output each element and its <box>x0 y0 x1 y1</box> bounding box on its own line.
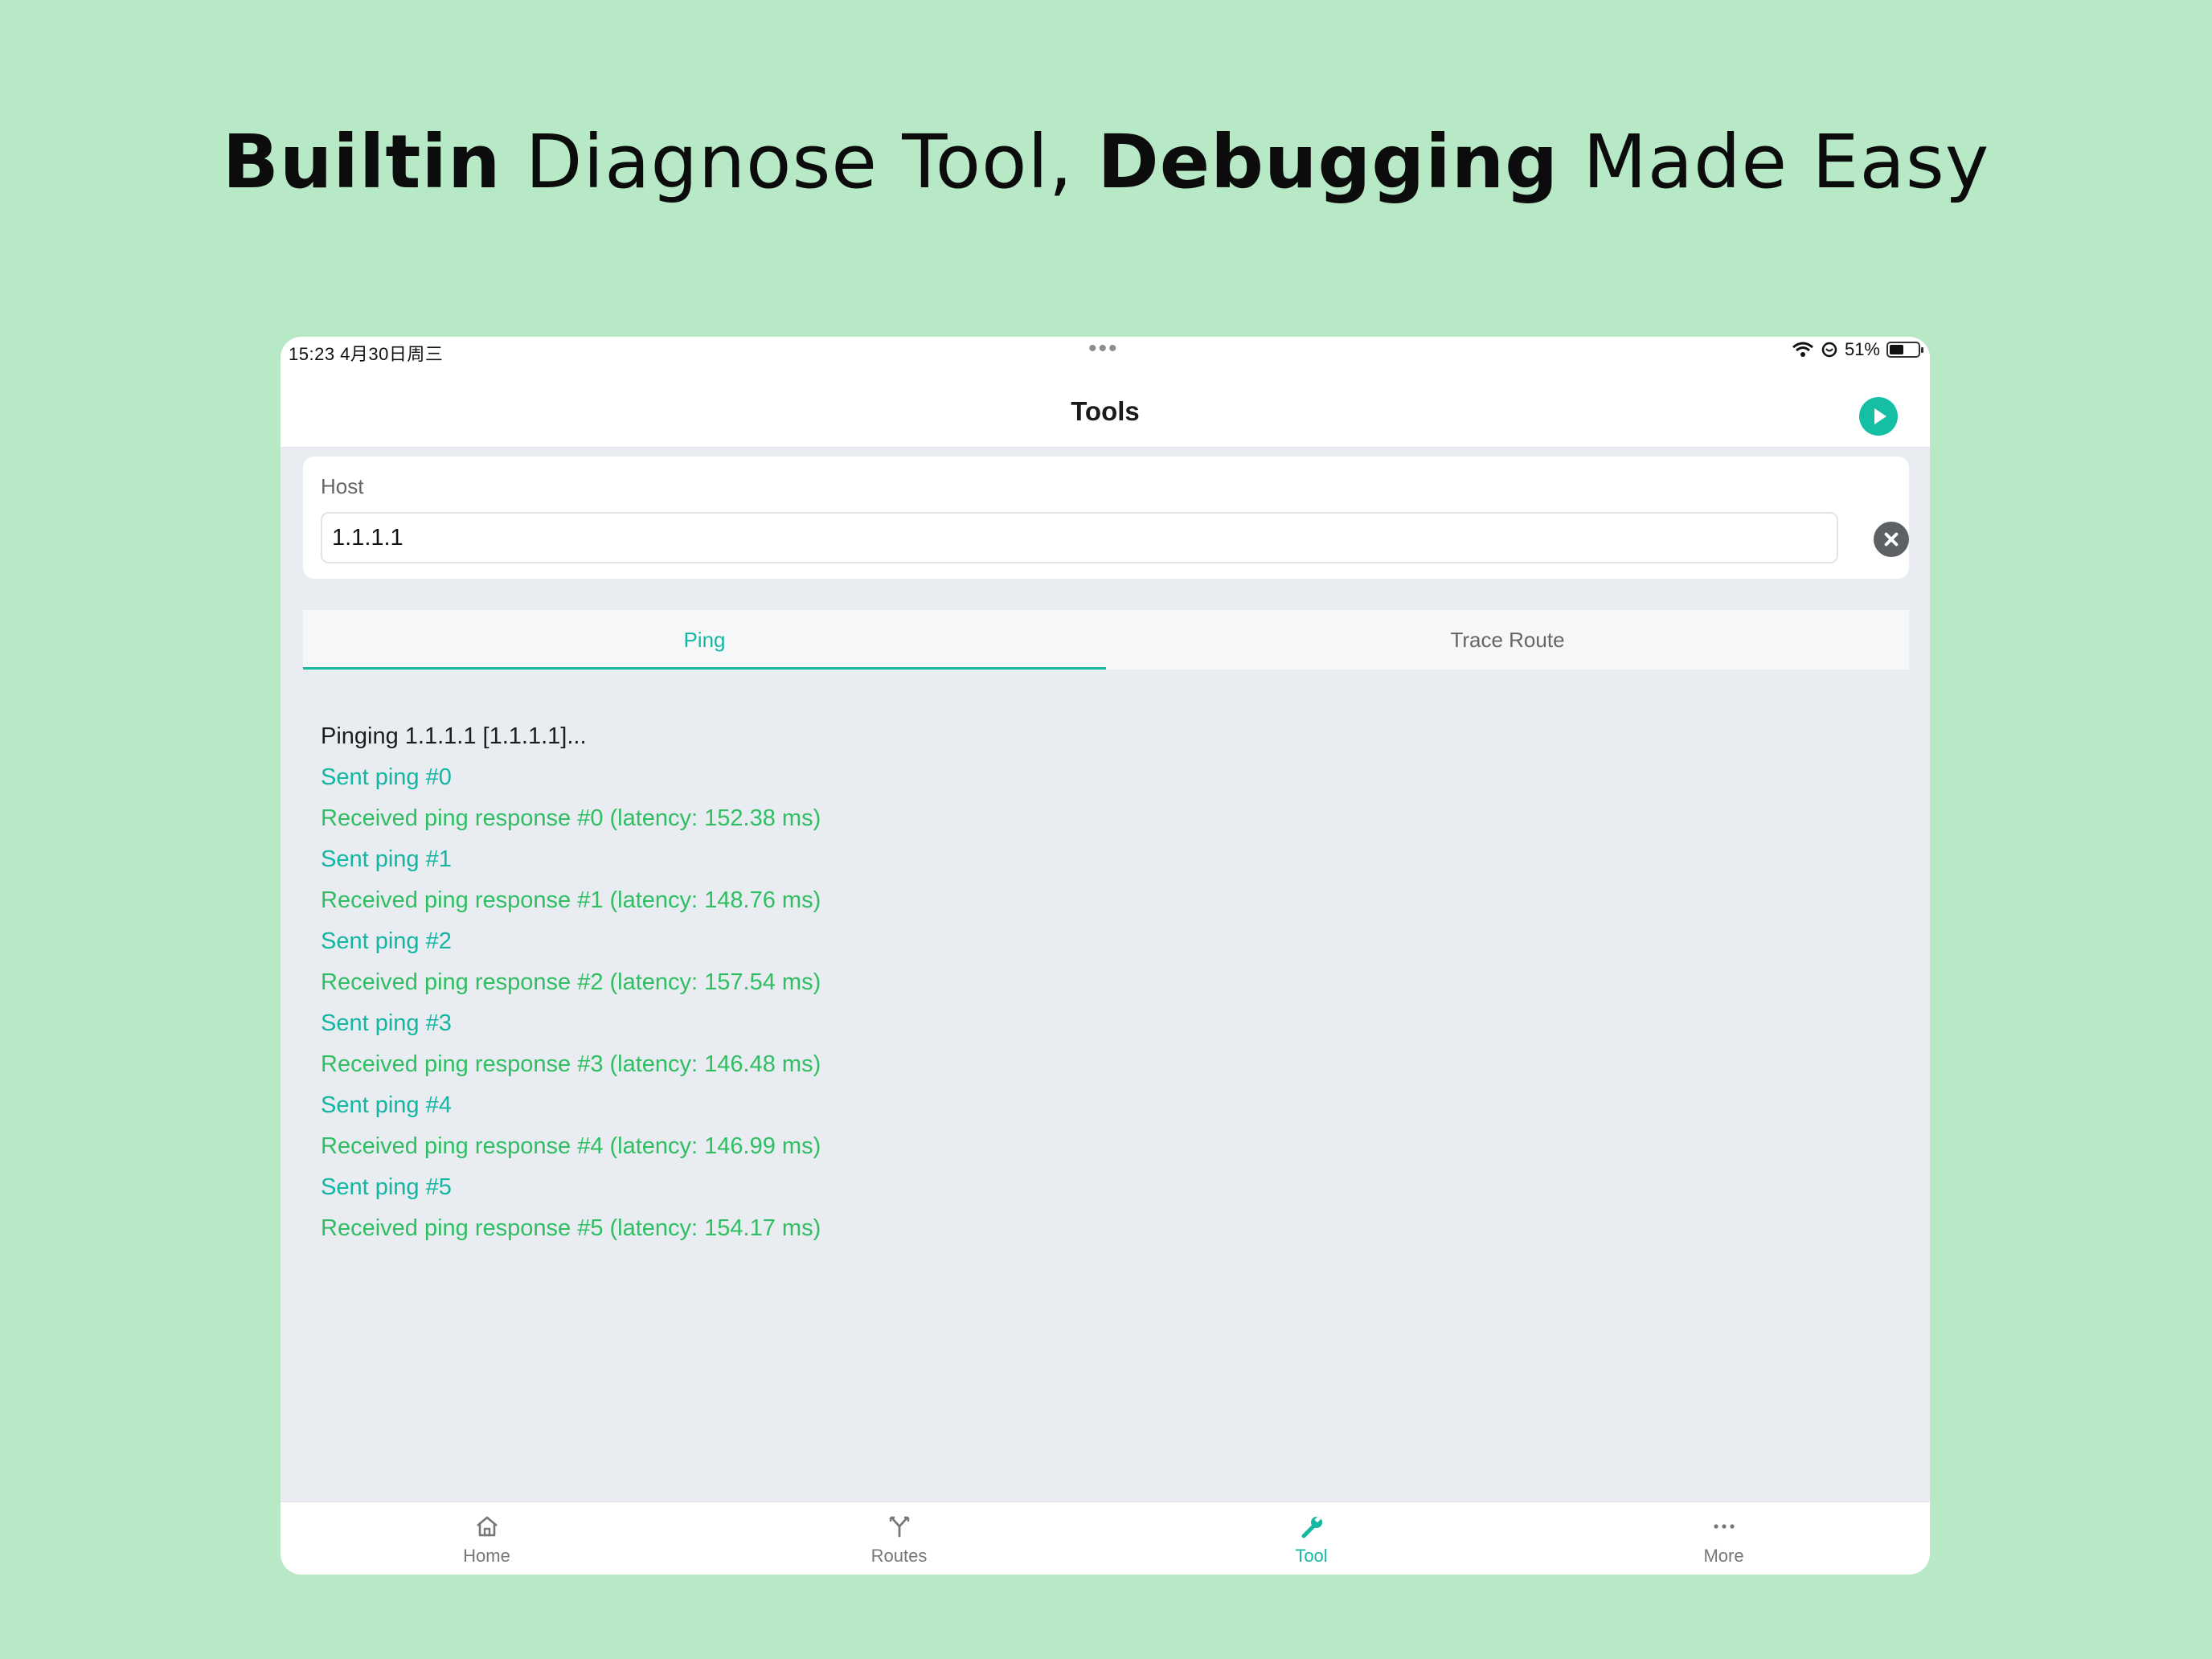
headline-text-1: Diagnose Tool, <box>501 119 1098 205</box>
log-received-line: Received ping response #1 (latency: 148.… <box>321 887 821 913</box>
tabbar-label: Routes <box>870 1546 928 1566</box>
log-sent-line: Sent ping #5 <box>321 1174 452 1200</box>
tabbar-label: Tool <box>1295 1546 1328 1566</box>
tabbar-item-tool[interactable]: Tool <box>1105 1502 1518 1575</box>
tabbar-item-more[interactable]: More <box>1518 1502 1930 1575</box>
more-icon <box>1713 1524 1735 1529</box>
log-sent-line: Sent ping #4 <box>321 1092 452 1118</box>
log-sent-line: Sent ping #3 <box>321 1010 452 1036</box>
home-icon <box>476 1516 498 1537</box>
status-bar: 15:23 4月30日周三 ••• 51% <box>281 337 1930 367</box>
vpn-icon <box>1821 342 1837 358</box>
tab-trace-route[interactable]: Trace Route <box>1106 610 1909 670</box>
log-sent-line: Sent ping #1 <box>321 846 452 872</box>
battery-percent: 51% <box>1844 339 1880 359</box>
log-received-line: Received ping response #5 (latency: 154.… <box>321 1215 821 1241</box>
tab-bar: Home Routes Tool More <box>281 1501 1930 1575</box>
run-button[interactable] <box>1859 397 1898 436</box>
wifi-icon <box>1792 342 1813 357</box>
battery-icon <box>1886 342 1923 358</box>
multitask-dots-icon[interactable]: ••• <box>1088 337 1119 363</box>
nav-bar: Tools <box>281 367 1930 448</box>
headline-text-2: Made Easy <box>1559 119 1990 205</box>
log-received-line: Received ping response #0 (latency: 152.… <box>321 805 821 831</box>
device-screen: 15:23 4月30日周三 ••• 51% Tools Host 1.1.1.1… <box>281 337 1930 1575</box>
log-header: Pinging 1.1.1.1 [1.1.1.1]... <box>321 723 587 749</box>
headline: Builtin Diagnose Tool, Debugging Made Ea… <box>0 119 2212 205</box>
battery-fill <box>1890 345 1903 354</box>
tabbar-item-home[interactable]: Home <box>281 1502 693 1575</box>
clear-icon[interactable] <box>1874 522 1909 557</box>
log-received-line: Received ping response #2 (latency: 157.… <box>321 969 821 995</box>
tab-ping[interactable]: Ping <box>303 610 1106 670</box>
headline-bold-2: Debugging <box>1097 119 1559 205</box>
routes-icon <box>889 1516 909 1538</box>
log-sent-line: Sent ping #2 <box>321 928 452 954</box>
host-input[interactable] <box>321 512 1838 563</box>
status-right: 51% <box>1792 339 1923 360</box>
page-title: Tools <box>1071 396 1140 426</box>
tabbar-item-routes[interactable]: Routes <box>693 1502 1105 1575</box>
log-received-line: Received ping response #3 (latency: 146.… <box>321 1051 821 1077</box>
ping-log: Pinging 1.1.1.1 [1.1.1.1]... Sent ping #0… <box>321 716 821 1249</box>
tool-tabs: Ping Trace Route <box>303 610 1909 670</box>
tabbar-label: Home <box>463 1546 510 1566</box>
status-time: 15:23 4月30日周三 <box>289 344 444 364</box>
wrench-icon <box>1301 1515 1322 1538</box>
host-card: Host <box>303 457 1909 579</box>
log-sent-line: Sent ping #0 <box>321 764 452 790</box>
headline-bold-1: Builtin <box>222 119 502 205</box>
log-received-line: Received ping response #4 (latency: 146.… <box>321 1133 821 1159</box>
host-label: Host <box>321 474 364 498</box>
tabbar-label: More <box>1703 1546 1744 1566</box>
